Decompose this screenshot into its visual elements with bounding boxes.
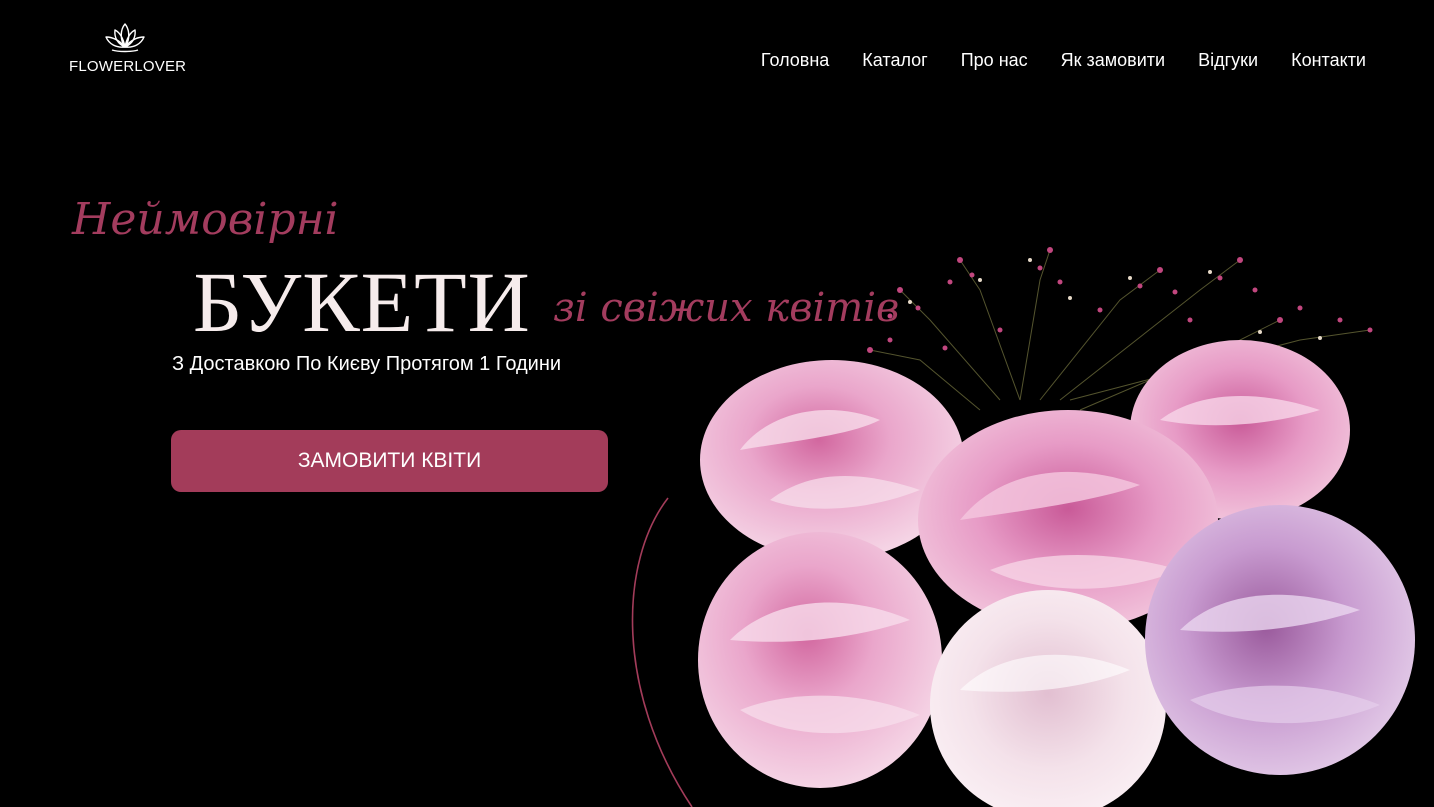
hero-script-line: Неймовірні	[72, 194, 339, 245]
brand-name: FLOWERLOVER	[69, 58, 187, 75]
nav-item-reviews[interactable]: Відгуки	[1198, 50, 1258, 71]
peony-bottom-left	[698, 532, 942, 788]
hero-title: БУКЕТИ	[193, 254, 531, 350]
lotus-icon	[105, 23, 145, 53]
brand-logo[interactable]: FLOWERLOVER	[69, 20, 187, 75]
hero-subtitle: З Доставкою По Києву Протягом 1 Години	[172, 353, 562, 375]
peony-bottom-right	[1145, 505, 1415, 775]
order-flowers-button[interactable]: ЗАМОВИТИ КВІТИ	[171, 430, 608, 492]
main-nav: Головна Каталог Про нас Як замовити Відг…	[761, 50, 1366, 71]
landing-page: FLOWERLOVER Головна Каталог Про нас Як з…	[0, 0, 1434, 807]
decorative-arc	[631, 497, 693, 807]
hero-script-tail: зі свіжих квітів	[553, 285, 900, 331]
nav-item-contacts[interactable]: Контакти	[1291, 50, 1366, 71]
peony-bottom-center	[930, 590, 1166, 807]
nav-item-home[interactable]: Головна	[761, 50, 829, 71]
nav-item-about[interactable]: Про нас	[961, 50, 1028, 71]
nav-item-how-to-order[interactable]: Як замовити	[1061, 50, 1165, 71]
nav-item-catalog[interactable]: Каталог	[862, 50, 927, 71]
